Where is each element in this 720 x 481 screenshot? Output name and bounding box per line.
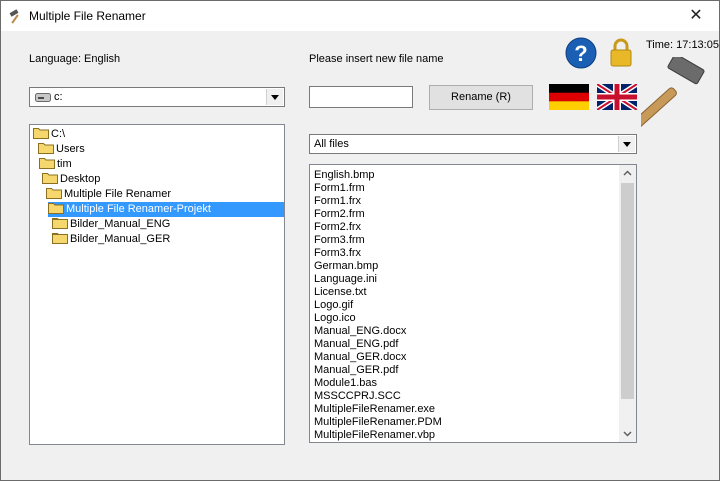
tree-item-desktop[interactable]: Desktop [42,172,102,187]
file-list-item[interactable]: Manual_ENG.docx [314,325,406,338]
drive-value: c: [54,91,63,103]
open-folder-icon [33,128,49,139]
file-list-item[interactable]: Form1.frm [314,182,365,195]
file-list-item[interactable]: MultipleFileRenamer.exe [314,403,435,416]
scrollbar-thumb[interactable] [621,183,634,399]
file-list-item[interactable]: License.txt [314,286,367,299]
file-list-item[interactable]: Logo.ico [314,312,356,325]
vertical-scrollbar[interactable] [619,165,636,442]
window-title: Multiple File Renamer [29,9,146,23]
scroll-up-icon[interactable] [619,165,636,182]
tree-item-multiple-file-renamer[interactable]: Multiple File Renamer [46,187,173,202]
open-folder-icon [42,173,58,184]
chevron-down-icon[interactable] [266,89,283,105]
svg-text:?: ? [574,41,587,66]
tree-item-users[interactable]: Users [38,142,87,157]
file-filter-value: All files [314,138,349,150]
folder-tree[interactable]: C:\ Users tim Desktop Multiple File Rena… [29,124,285,445]
open-folder-icon [48,203,64,214]
tree-item-c-drive[interactable]: C:\ [33,127,67,142]
tree-item-tim[interactable]: tim [39,157,74,172]
new-filename-input[interactable] [309,86,413,108]
rename-button[interactable]: Rename (R) [429,85,533,110]
open-folder-icon [39,158,55,169]
file-list-item[interactable]: MultipleFileRenamer.vbp [314,429,435,442]
file-list-item[interactable]: English.bmp [314,169,375,182]
folder-icon [52,233,68,244]
close-button[interactable]: ✕ [673,1,719,31]
file-list-item[interactable]: MultipleFileRenamer.PDM [314,416,442,429]
file-list[interactable]: English.bmp Form1.frm Form1.frx Form2.frm Fo… [309,164,637,443]
file-list-item[interactable]: Language.ini [314,273,377,286]
file-list-item[interactable]: Manual_GER.pdf [314,364,398,377]
file-list-item[interactable]: MSSCCPRJ.SCC [314,390,401,403]
language-label: Language: English [29,53,121,65]
rename-prompt-label: Please insert new file name [309,53,444,65]
open-folder-icon [46,188,62,199]
app-hammer-icon [9,9,19,24]
folder-icon [52,218,68,229]
english-flag-icon[interactable] [597,84,637,110]
tree-item-bilder-ger[interactable]: Bilder_Manual_GER [52,232,172,247]
open-folder-icon [38,143,54,154]
file-list-item[interactable]: German.bmp [314,260,378,273]
file-list-item[interactable]: Form3.frm [314,234,365,247]
help-icon[interactable]: ? [565,37,597,69]
file-list-item[interactable]: Manual_ENG.pdf [314,338,398,351]
scroll-down-icon[interactable] [619,425,636,442]
tree-item-bilder-eng[interactable]: Bilder_Manual_ENG [52,217,172,232]
time-display: Time: 17:13:05 [646,39,719,51]
tree-item-projekt[interactable]: Multiple File Renamer-Projekt [48,202,284,217]
app-window: Multiple File Renamer ✕ Language: Englis… [0,0,720,481]
drive-select[interactable]: c: [29,87,285,107]
lock-icon[interactable] [609,37,633,67]
file-list-item[interactable]: Form3.frx [314,247,361,260]
drive-icon [35,93,51,102]
chevron-down-icon[interactable] [618,136,635,152]
file-list-item[interactable]: Form1.frx [314,195,361,208]
file-list-item[interactable]: Module1.bas [314,377,377,390]
file-list-item[interactable]: Form2.frm [314,208,365,221]
file-list-item[interactable]: Logo.gif [314,299,353,312]
hammer-icon [641,57,705,128]
file-filter-select[interactable]: All files [309,134,637,154]
file-list-item[interactable]: Manual_GER.docx [314,351,406,364]
title-bar[interactable]: Multiple File Renamer ✕ [1,1,719,31]
file-list-item[interactable]: Form2.frx [314,221,361,234]
german-flag-icon[interactable] [549,84,589,110]
